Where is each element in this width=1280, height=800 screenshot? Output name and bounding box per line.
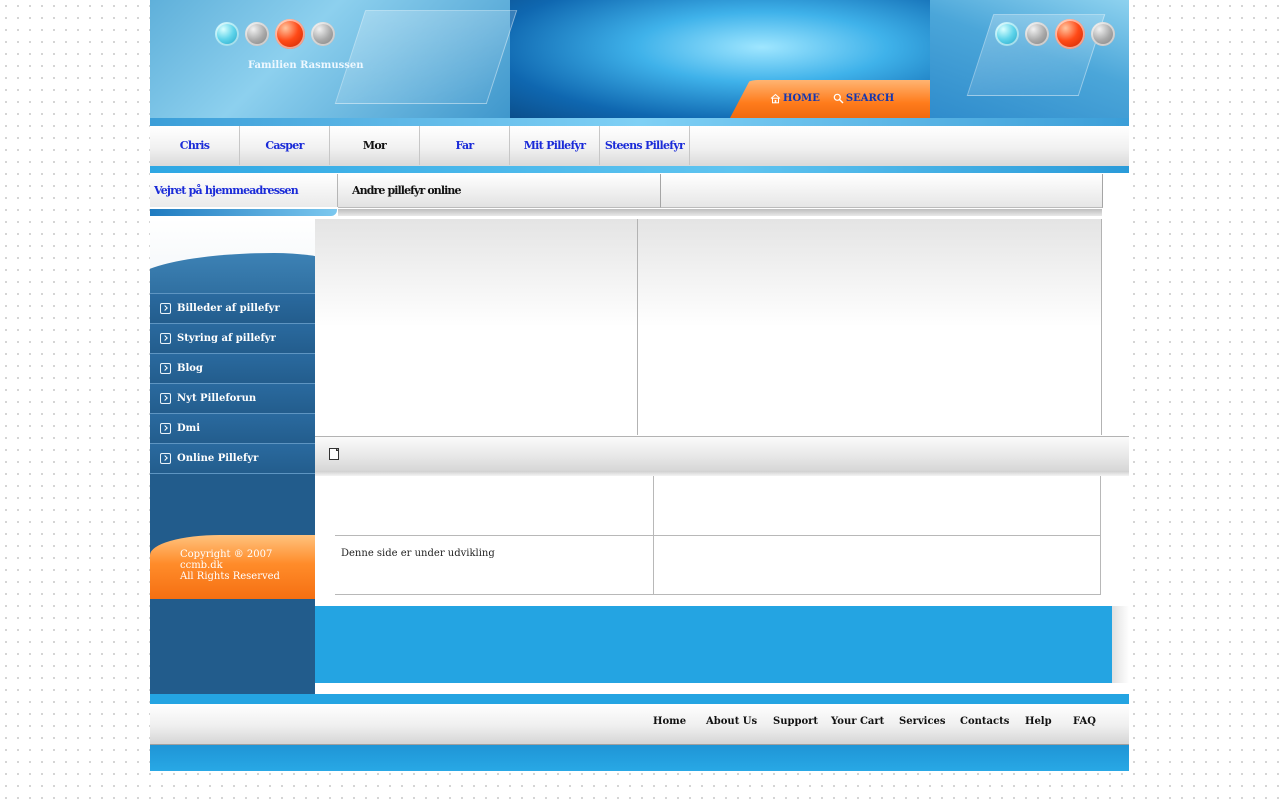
footer-nav: Home About Us Support Your Cart Services… [150, 704, 1129, 745]
sidebar-item-label: Billeder af pillefyr [177, 303, 280, 314]
empty-header [661, 174, 1103, 208]
online-title: Andre pillefyr online [352, 184, 462, 197]
orb-icon [275, 19, 305, 49]
sidebar-item-label: Styring af pillefyr [177, 333, 276, 344]
sidebar-menu: Billeder af pillefyr Styring af pillefyr… [150, 293, 315, 474]
site-title: Familien Rasmussen [248, 60, 364, 71]
tab-far[interactable]: Far [420, 126, 510, 165]
weather-panel [315, 219, 638, 435]
footer-link-contacts[interactable]: Contacts [960, 716, 1009, 727]
table-cell: Denne side er under udvikling [335, 536, 654, 595]
right-gutter [1102, 219, 1129, 435]
online-panel [638, 219, 1102, 435]
sidebar-item-billeder[interactable]: Billeder af pillefyr [150, 293, 315, 324]
arrow-right-icon [160, 423, 171, 434]
header-banner: Familien Rasmussen HOME SEARCH [150, 0, 1129, 126]
laptop-graphic [334, 10, 518, 104]
weather-header: Vejret på hjemmeadressen [150, 174, 338, 207]
copyright-box: Copyright ® 2007 ccmb.dk All Rights Rese… [150, 535, 315, 599]
document-icon [329, 448, 339, 460]
top-links: HOME SEARCH [770, 93, 894, 104]
table-cell [654, 476, 1101, 536]
footer-link-cart[interactable]: Your Cart [831, 716, 884, 727]
header-stripe [150, 118, 1129, 126]
arrow-right-icon [160, 363, 171, 374]
sidebar-item-label: Dmi [177, 423, 201, 434]
sidebar-item-label: Nyt Pilleforun [177, 393, 257, 404]
footer-link-faq[interactable]: FAQ [1073, 716, 1096, 727]
nav-stripe [150, 166, 1129, 173]
home-link[interactable]: HOME [770, 93, 820, 104]
online-header: Andre pillefyr online [338, 174, 661, 208]
footer-link-about[interactable]: About Us [706, 716, 757, 727]
content-table: Denne side er under udvikling [335, 476, 1101, 606]
sub-underline-blue [150, 209, 337, 216]
page: Familien Rasmussen HOME SEARCH Chris Cas… [150, 0, 1129, 771]
footer-link-help[interactable]: Help [1025, 716, 1052, 727]
search-link[interactable]: SEARCH [833, 93, 894, 104]
orb-icon [215, 22, 239, 46]
table-cell [335, 476, 654, 536]
footer-bottom-band [150, 745, 1129, 771]
weather-title[interactable]: Vejret på hjemmeadressen [154, 184, 299, 197]
copyright-rights: All Rights Reserved [180, 571, 280, 582]
sidebar-item-label: Online Pillefyr [177, 453, 259, 464]
arrow-right-icon [160, 393, 171, 404]
orb-icon [311, 22, 335, 46]
orb-icon [1091, 22, 1115, 46]
footer-link-services[interactable]: Services [899, 716, 946, 727]
sidebar-item-dmi[interactable]: Dmi [150, 414, 315, 444]
search-link-label: SEARCH [845, 93, 895, 104]
orb-icon [1055, 19, 1085, 49]
tab-mit-pillefyr[interactable]: Mit Pillefyr [510, 126, 600, 165]
sidebar-item-online-pillefyr[interactable]: Online Pillefyr [150, 444, 315, 474]
orb-icon [1025, 22, 1049, 46]
sub-header-bar: Vejret på hjemmeadressen Andre pillefyr … [150, 174, 1129, 219]
table-cell [654, 536, 1101, 595]
home-icon [770, 93, 781, 104]
main-nav: Chris Casper Mor Far Mit Pillefyr Steens… [150, 126, 1129, 167]
search-icon [833, 93, 844, 104]
decor-orbs-right [995, 19, 1115, 49]
under-development-text: Denne side er under udvikling [341, 548, 495, 559]
copyright-text: Copyright ® 2007 ccmb.dk All Rights Rese… [180, 549, 280, 582]
sidebar-item-label: Blog [177, 363, 203, 374]
content-bottom-band [315, 606, 1112, 683]
footer-link-home[interactable]: Home [653, 716, 686, 727]
tab-casper[interactable]: Casper [240, 126, 330, 165]
sidebar-item-styring[interactable]: Styring af pillefyr [150, 324, 315, 354]
arrow-right-icon [160, 333, 171, 344]
copyright-line: Copyright ® 2007 [180, 549, 273, 560]
content-bottom-edge [1112, 606, 1129, 683]
sub-underline-grey [338, 209, 1102, 216]
tab-mor[interactable]: Mor [330, 126, 420, 165]
sidebar-item-nyt-pilleforun[interactable]: Nyt Pilleforun [150, 384, 315, 414]
orb-icon [245, 22, 269, 46]
content-title-bar [315, 436, 1129, 472]
arrow-right-icon [160, 303, 171, 314]
sidebar: Billeder af pillefyr Styring af pillefyr… [150, 219, 315, 694]
copyright-site: ccmb.dk [180, 560, 223, 571]
sidebar-wave [150, 219, 315, 293]
decor-orbs-left [215, 19, 335, 49]
tab-steens-pillefyr[interactable]: Steens Pillefyr [600, 126, 690, 165]
tab-chris[interactable]: Chris [150, 126, 240, 165]
footer-link-support[interactable]: Support [773, 716, 818, 727]
orb-icon [995, 22, 1019, 46]
main-content: Denne side er under udvikling [315, 219, 1129, 694]
arrow-right-icon [160, 453, 171, 464]
home-link-label: HOME [783, 93, 820, 104]
footer-stripe [150, 694, 1129, 704]
sidebar-item-blog[interactable]: Blog [150, 354, 315, 384]
